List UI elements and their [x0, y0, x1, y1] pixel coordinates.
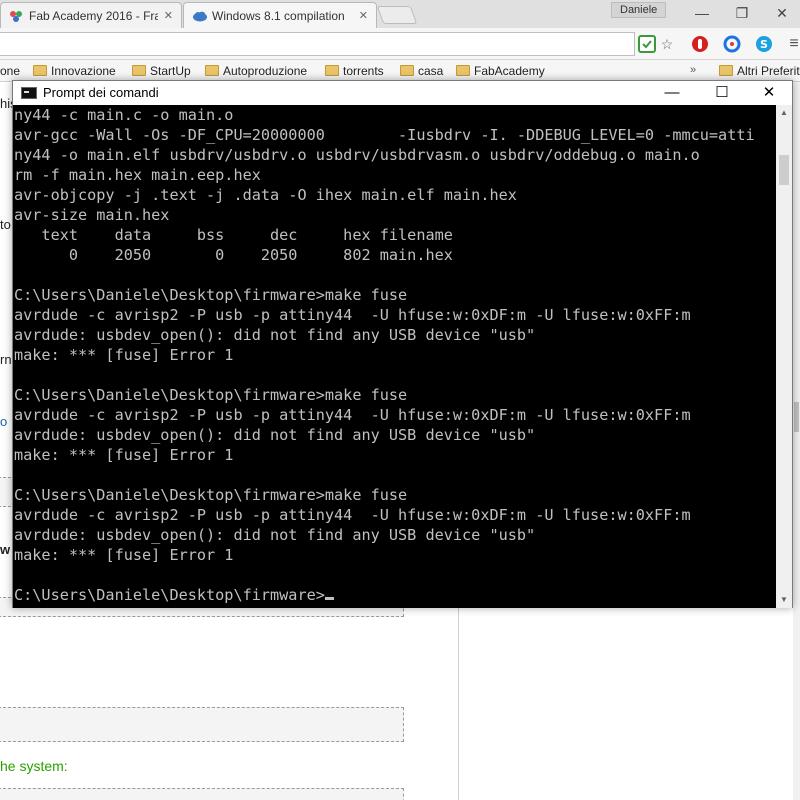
bookmark-folder-startup[interactable]: StartUp: [132, 64, 191, 78]
extension-stop-icon[interactable]: [690, 34, 710, 54]
console-line: text data bss dec hex filename: [14, 226, 453, 244]
console-prompt-line: C:\Users\Daniele\Desktop\firmware>: [14, 585, 776, 605]
folder-icon: [33, 65, 47, 76]
bookmark-folder-innovazione[interactable]: Innovazione: [33, 64, 116, 78]
skype-icon[interactable]: S: [754, 34, 774, 54]
console-line: make: *** [fuse] Error 1: [14, 346, 234, 364]
cmd-minimize-button[interactable]: —: [649, 81, 695, 105]
console-line: make: *** [fuse] Error 1: [14, 546, 234, 564]
console-line: avrdude -c avrisp2 -P usb -p attiny44 -U…: [14, 306, 691, 324]
page-text-fragment: w: [0, 542, 11, 557]
folder-icon: [400, 65, 414, 76]
window-minimize-icon[interactable]: —: [690, 4, 714, 22]
bookmark-folder-torrents[interactable]: torrents: [325, 64, 384, 78]
console-line: avr-gcc -Wall -Os -DF_CPU=20000000 -Iusb…: [14, 126, 755, 144]
bookmark-folder-fabacademy[interactable]: FabAcademy: [456, 64, 545, 78]
bookmarks-bar: one Innovazione StartUp Autoproduzione t…: [0, 60, 800, 82]
console-line: avrdude: usbdev_open(): did not find any…: [14, 426, 536, 444]
scroll-down-arrow-icon[interactable]: ▼: [776, 592, 792, 608]
extension-refresh-icon[interactable]: [722, 34, 742, 54]
cmd-scrollbar-thumb[interactable]: [779, 155, 789, 185]
code-block: [0, 788, 404, 800]
bookmark-item[interactable]: one: [0, 64, 20, 78]
console-prompt: C:\Users\Daniele\Desktop\firmware>: [14, 586, 325, 604]
bookmark-label: Innovazione: [51, 63, 116, 78]
console-text: ny44 -c main.c -o main.o avr-gcc -Wall -O…: [13, 105, 776, 605]
command-prompt-window[interactable]: Prompt dei comandi — ☐ ✕ ny44 -c main.c …: [12, 80, 793, 608]
folder-icon: [132, 65, 146, 76]
console-line: ny44 -o main.elf usbdrv/usbdrv.o usbdrv/…: [14, 146, 700, 164]
bookmark-label: torrents: [343, 63, 384, 78]
bookmark-label: FabAcademy: [474, 63, 545, 78]
console-line: make: *** [fuse] Error 1: [14, 446, 234, 464]
folder-icon: [325, 65, 339, 76]
page-text-fragment: to: [0, 217, 11, 232]
console-line: avr-objcopy -j .text -j .data -O ihex ma…: [14, 186, 517, 204]
console-line: C:\Users\Daniele\Desktop\firmware>make f…: [14, 386, 408, 404]
console-line: avrdude -c avrisp2 -P usb -p attiny44 -U…: [14, 406, 691, 424]
console-line: avrdude: usbdev_open(): did not find any…: [14, 326, 536, 344]
cmd-app-icon: [21, 87, 37, 99]
bookmark-folder-autoproduzione[interactable]: Autoproduzione: [205, 64, 307, 78]
console-line: avrdude: usbdev_open(): did not find any…: [14, 526, 536, 544]
console-line: ny44 -c main.c -o main.o: [14, 106, 234, 124]
tab-fab-academy[interactable]: Fab Academy 2016 - Franc ✕: [0, 2, 182, 28]
folder-icon: [456, 65, 470, 76]
bookmarks-overflow-chevron-icon[interactable]: »: [690, 64, 696, 76]
bookmark-star-icon[interactable]: ☆: [657, 34, 677, 54]
folder-icon: [719, 65, 733, 76]
address-bar[interactable]: [0, 32, 635, 56]
page-text-fragment: rn: [0, 352, 12, 367]
new-tab-button[interactable]: [376, 6, 418, 24]
bookmark-folder-other[interactable]: Altri Preferiti: [719, 64, 800, 78]
page-scrollbar-thumb[interactable]: [794, 402, 799, 432]
console-cursor: [324, 597, 334, 600]
cmd-window-title: Prompt dei comandi: [43, 85, 159, 100]
browser-tab-strip: Fab Academy 2016 - Franc ✕ Windows 8.1 c…: [0, 0, 800, 28]
bookmark-label: casa: [418, 63, 444, 78]
user-profile-badge[interactable]: Daniele: [611, 2, 667, 18]
page-scrollbar[interactable]: [793, 82, 800, 800]
extension-shield-icon[interactable]: [637, 34, 657, 54]
chrome-menu-icon[interactable]: ≡: [784, 34, 800, 54]
console-line: 0 2050 0 2050 802 main.hex: [14, 246, 453, 264]
tab-label: Windows 8.1 compilation: [212, 8, 345, 23]
bookmark-label: Autoproduzione: [223, 63, 308, 78]
tab-close-icon[interactable]: ✕: [359, 9, 368, 22]
page-link-fragment[interactable]: o: [0, 414, 7, 429]
fab-academy-favicon-icon: [9, 9, 23, 23]
svg-text:S: S: [760, 38, 768, 51]
bookmark-label: Altri Preferiti: [737, 63, 800, 78]
cloud-favicon-icon: [192, 9, 207, 23]
console-line: avr-size main.hex: [14, 206, 170, 224]
code-block: [0, 707, 404, 742]
section-heading: he system:: [0, 758, 68, 774]
folder-icon: [205, 65, 219, 76]
cmd-vertical-scrollbar[interactable]: ▲ ▼: [776, 105, 792, 608]
console-line: rm -f main.hex main.eep.hex: [14, 166, 261, 184]
bookmark-label: StartUp: [150, 63, 191, 78]
console-output[interactable]: ny44 -c main.c -o main.o avr-gcc -Wall -O…: [13, 105, 776, 608]
browser-toolbar: [0, 28, 800, 60]
bookmark-folder-casa[interactable]: casa: [400, 64, 443, 78]
console-line: C:\Users\Daniele\Desktop\firmware>make f…: [14, 486, 408, 504]
cmd-close-button[interactable]: ✕: [746, 81, 792, 105]
console-line: C:\Users\Daniele\Desktop\firmware>make f…: [14, 286, 408, 304]
bookmark-label: one: [0, 63, 21, 78]
console-line: avrdude -c avrisp2 -P usb -p attiny44 -U…: [14, 506, 691, 524]
scroll-up-arrow-icon[interactable]: ▲: [776, 105, 792, 121]
tab-close-icon[interactable]: ✕: [164, 9, 173, 22]
cmd-maximize-button[interactable]: ☐: [699, 81, 745, 105]
cmd-title-bar[interactable]: Prompt dei comandi — ☐ ✕: [13, 81, 792, 105]
tab-label: Fab Academy 2016 - Franc: [29, 8, 158, 23]
window-close-icon[interactable]: ✕: [770, 4, 794, 22]
tab-windows-compilation[interactable]: Windows 8.1 compilation ✕: [183, 2, 377, 28]
window-restore-icon[interactable]: ❐: [730, 4, 754, 22]
